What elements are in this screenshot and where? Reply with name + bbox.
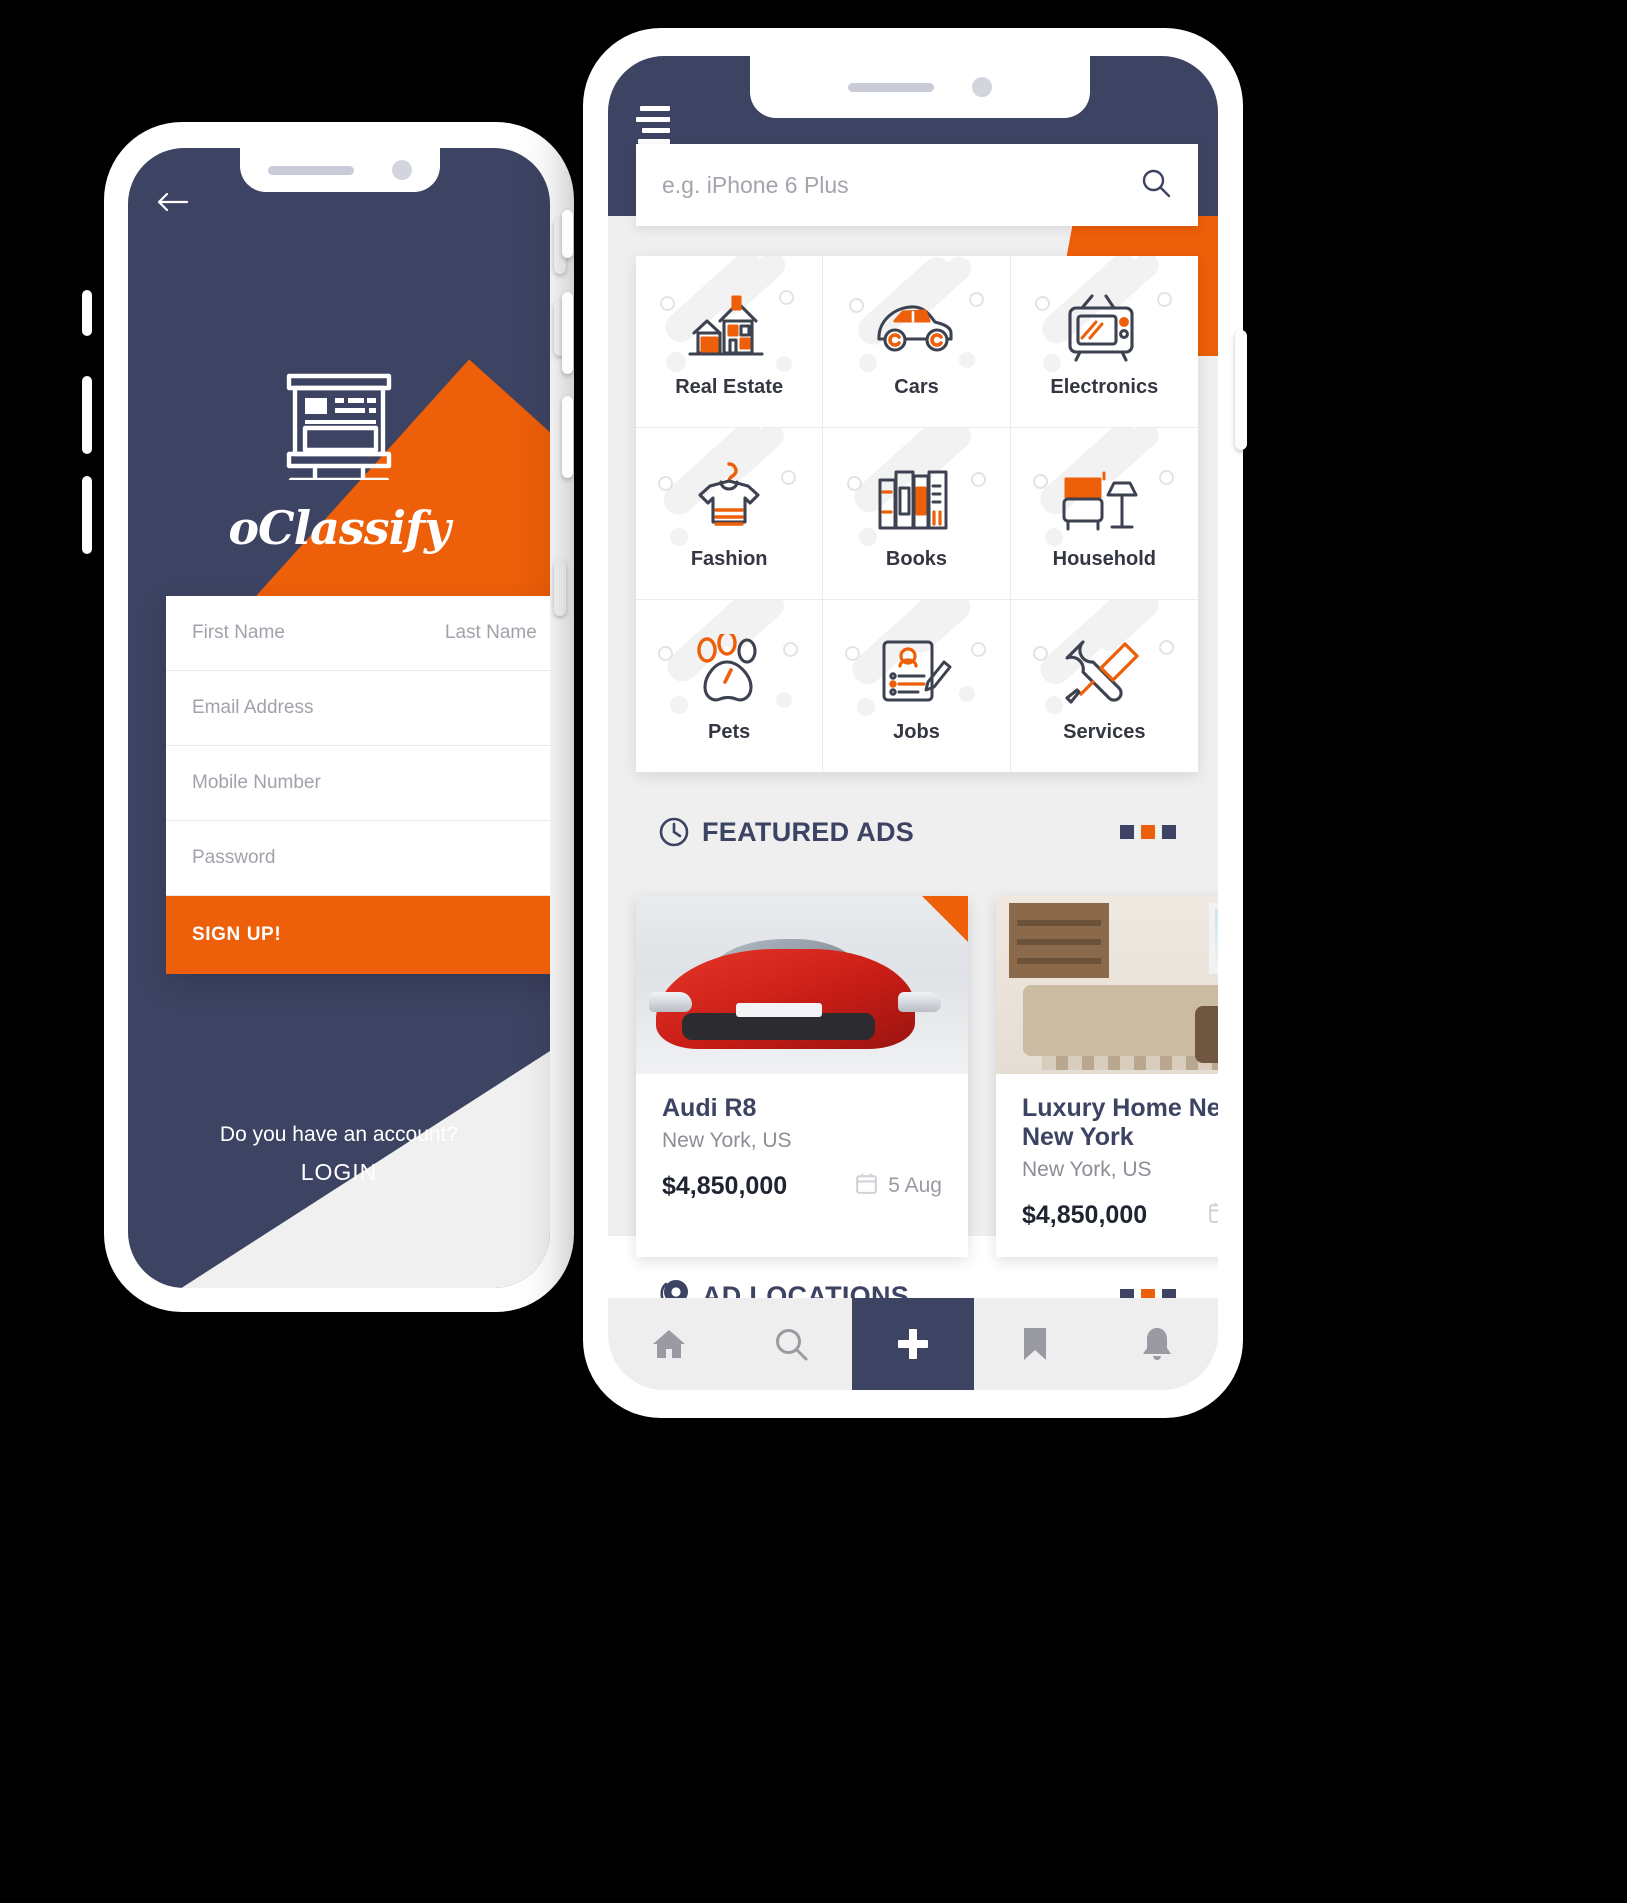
category-label: Electronics [1050, 376, 1159, 398]
last-name-input[interactable]: Last Name [445, 622, 537, 644]
house-icon [686, 284, 772, 370]
ad-card-body: Audi R8 New York, US $4,850,000 5 Aug [636, 1074, 968, 1228]
category-label: Services [1063, 720, 1146, 743]
search-input[interactable]: e.g. iPhone 6 Plus [662, 172, 1140, 199]
front-camera [392, 160, 412, 180]
featured-corner-badge [922, 896, 968, 942]
clock-icon [658, 816, 690, 848]
email-input[interactable]: Email Address [192, 697, 313, 719]
category-fashion[interactable]: Fashion [636, 428, 824, 600]
ad-card[interactable]: Luxury Home Near New York New York, US $… [996, 896, 1218, 1257]
ad-location: New York, US [662, 1128, 792, 1152]
password-input[interactable]: Password [192, 847, 275, 869]
right-phone-volume-up-button[interactable] [562, 292, 573, 374]
billboard-icon [281, 370, 397, 485]
left-phone-extra-button[interactable] [554, 560, 566, 616]
nav-notifications-button[interactable] [1096, 1298, 1218, 1390]
category-label: Real Estate [675, 376, 784, 398]
red-sports-car-photo [636, 896, 968, 1074]
front-camera [972, 77, 992, 97]
category-household[interactable]: Household [1010, 428, 1198, 600]
account-question-text: Do you have an account? [219, 1123, 459, 1146]
right-phone-mute-button[interactable] [562, 210, 573, 258]
category-label: Pets [708, 720, 751, 743]
ad-card[interactable]: Audi R8 New York, US $4,850,000 5 Aug [636, 896, 968, 1257]
featured-ads-title: FEATURED ADS [702, 816, 915, 847]
signup-form: First Name Last Name Email Address Mobil… [166, 596, 550, 974]
living-room-sofa-photo [996, 896, 1218, 1074]
wrench-screwdriver-icon [1063, 629, 1145, 715]
search-icon[interactable] [1140, 167, 1172, 204]
category-services[interactable]: Services [1011, 600, 1198, 772]
nav-home-button[interactable] [608, 1298, 730, 1390]
ad-card-body: Luxury Home Near New York New York, US $… [996, 1074, 1218, 1257]
calendar-icon [854, 1171, 879, 1202]
featured-ads-header: FEATURED ADS [636, 784, 1198, 880]
category-label: Cars [894, 376, 939, 398]
screenshot-stage: oClassify First Name Last Name Email Add… [0, 0, 1627, 1903]
category-electronics[interactable]: Electronics [1010, 256, 1198, 428]
ad-location: New York, US [1022, 1157, 1152, 1181]
ad-price: $4,850,000 [662, 1171, 788, 1200]
ad-meta-row: $4,850,000 5 Aug [662, 1171, 942, 1202]
car-icon [873, 284, 959, 370]
category-grid: Real Estate Cars Electronics Fashion Boo… [636, 256, 1198, 772]
password-field-row[interactable]: Password [166, 821, 550, 896]
earpiece-speaker [848, 82, 934, 92]
pagination-dots[interactable] [1120, 825, 1176, 839]
television-icon [1062, 284, 1146, 370]
earpiece-speaker [268, 165, 354, 175]
category-label: Jobs [893, 720, 940, 743]
category-pets[interactable]: Pets [636, 600, 824, 772]
nav-add-button[interactable] [852, 1298, 974, 1390]
left-phone-notch [240, 148, 440, 192]
category-label: Household [1052, 548, 1156, 570]
right-phone-power-button[interactable] [1235, 330, 1247, 450]
ad-meta-row: $4,850,000 25 Apr [1022, 1200, 1218, 1231]
left-phone-mute-button[interactable] [82, 290, 92, 336]
category-jobs[interactable]: Jobs [823, 600, 1011, 772]
category-label: Books [885, 548, 948, 570]
signup-button-label: SIGN UP! [192, 924, 282, 945]
search-bar[interactable]: e.g. iPhone 6 Plus [636, 144, 1198, 226]
paw-print-icon [689, 629, 769, 715]
brand-name: oClassify [228, 501, 450, 555]
mobile-field-row[interactable]: Mobile Number [166, 746, 550, 821]
first-name-input[interactable]: First Name [192, 622, 285, 644]
brand-logo-block: oClassify [128, 370, 550, 555]
name-fields-row: First Name Last Name [166, 596, 550, 671]
login-link[interactable]: LOGIN [128, 1159, 550, 1186]
category-books[interactable]: Books [823, 428, 1011, 600]
ad-date: 5 Aug [854, 1171, 942, 1202]
ad-date-text: 5 Aug [888, 1174, 942, 1198]
nav-bookmark-button[interactable] [974, 1298, 1096, 1390]
right-phone-notch [750, 56, 1090, 118]
right-phone-volume-down-button[interactable] [562, 396, 573, 478]
tshirt-hanger-icon [688, 456, 770, 542]
signup-button[interactable]: SIGN UP! [166, 896, 550, 974]
ad-date: 25 Apr [1207, 1200, 1218, 1231]
bottom-navigation-bar [608, 1298, 1218, 1390]
right-phone-screen: e.g. iPhone 6 Plus Real Estate Cars Elec… [608, 56, 1218, 1390]
category-cars[interactable]: Cars [823, 256, 1011, 428]
calendar-icon [1207, 1200, 1218, 1231]
mobile-input[interactable]: Mobile Number [192, 772, 321, 794]
resume-pencil-icon [876, 629, 956, 715]
ad-title: Audi R8 [662, 1094, 757, 1122]
nav-search-button[interactable] [730, 1298, 852, 1390]
left-phone-volume-up-button[interactable] [82, 376, 92, 454]
category-label: Fashion [690, 548, 768, 570]
back-arrow-icon[interactable] [156, 190, 190, 220]
ad-title: Luxury Home Near New York [1022, 1094, 1218, 1151]
sofa-lamp-icon [1060, 456, 1148, 542]
ad-price: $4,850,000 [1022, 1200, 1148, 1229]
email-field-row[interactable]: Email Address [166, 671, 550, 746]
category-real-estate[interactable]: Real Estate [636, 256, 824, 428]
left-phone-screen: oClassify First Name Last Name Email Add… [128, 148, 550, 1288]
login-prompt: Do you have an account? LOGIN [128, 1123, 550, 1186]
books-icon [874, 456, 958, 542]
featured-ads-list: Audi R8 New York, US $4,850,000 5 Aug Lu… [636, 896, 1218, 1257]
left-phone-volume-down-button[interactable] [82, 476, 92, 554]
